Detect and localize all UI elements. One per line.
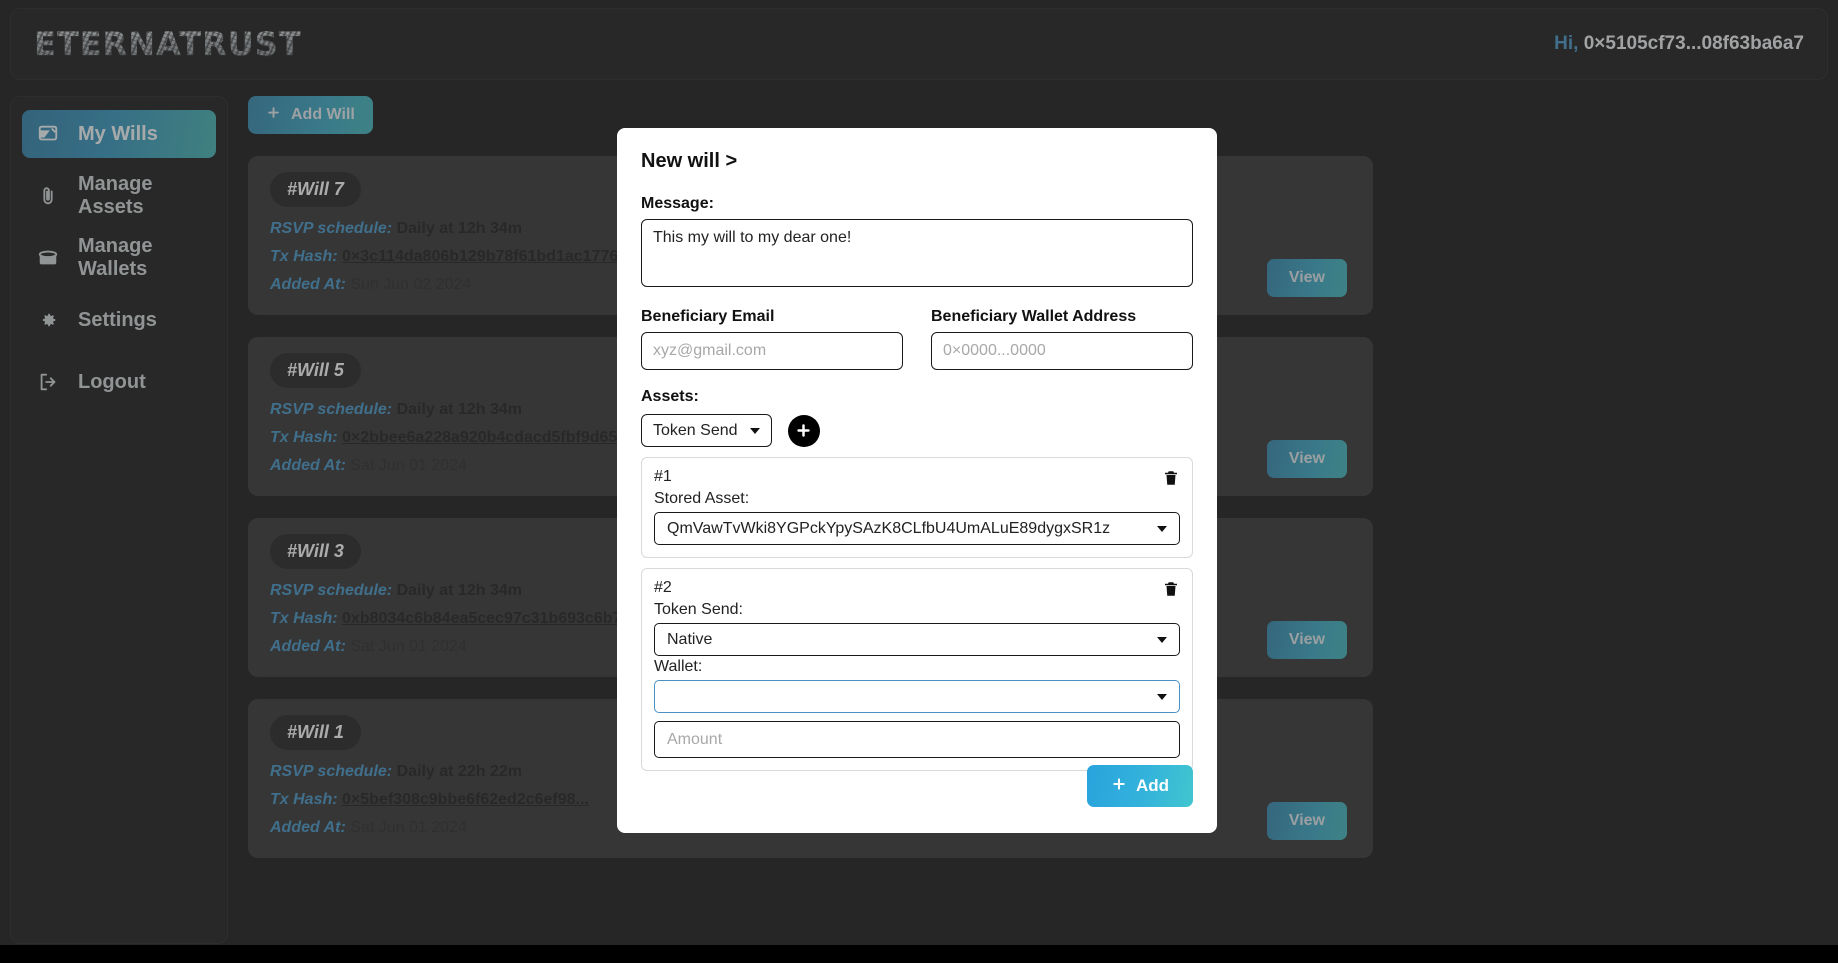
token-send-label: Token Send:: [654, 601, 743, 618]
add-button[interactable]: Add: [1086, 765, 1193, 807]
chevron-down-icon: [1157, 693, 1167, 700]
trash-icon[interactable]: [1162, 468, 1180, 488]
new-will-dialog: New will > Message: This my will to my d…: [617, 128, 1217, 833]
message-textarea[interactable]: This my will to my dear one!: [641, 219, 1193, 287]
plus-icon: [797, 424, 810, 437]
token-send-select[interactable]: Native: [654, 623, 1180, 656]
beneficiary-row: Beneficiary Email Beneficiary Wallet Add…: [641, 308, 1193, 370]
chevron-down-icon: [1157, 525, 1167, 532]
app-root: ETERNATRUST Hi, 0×5105cf73...08f63ba6a7 …: [0, 0, 1838, 963]
stored-asset-select[interactable]: QmVawTvWki8YGPckYpySAzK8CLfbU4UmALuE89dy…: [654, 512, 1180, 545]
trash-icon[interactable]: [1162, 579, 1180, 599]
wallet-label: Wallet:: [654, 658, 703, 675]
asset-index: #1: [654, 468, 672, 485]
beneficiary-wallet-input[interactable]: [931, 332, 1193, 370]
asset-type-select[interactable]: Token Send: [641, 414, 772, 447]
amount-input[interactable]: [654, 721, 1180, 758]
add-asset-button[interactable]: [787, 414, 820, 447]
asset-entry: #1 Stored Asset: QmVawTvWki8YGPckYpySAzK…: [641, 457, 1193, 558]
beneficiary-email-input[interactable]: [641, 332, 903, 370]
asset-type-selected-value: Token Send: [653, 421, 738, 439]
beneficiary-email-label: Beneficiary Email: [641, 308, 775, 325]
beneficiary-wallet-group: Beneficiary Wallet Address: [931, 308, 1193, 370]
asset-type-row: Token Send: [641, 414, 1193, 447]
asset-entry-header: #2: [654, 579, 1180, 599]
asset-entry: #2 Token Send: Native Wallet:: [641, 568, 1193, 771]
chevron-down-icon: [749, 427, 760, 434]
plus-icon: [1111, 776, 1127, 797]
stored-asset-selected-value: QmVawTvWki8YGPckYpySAzK8CLfbU4UmALuE89dy…: [667, 519, 1111, 537]
assets-section: Assets: Token Send: [641, 388, 1193, 447]
beneficiary-email-group: Beneficiary Email: [641, 308, 903, 370]
asset-index: #2: [654, 579, 672, 596]
wallet-select[interactable]: [654, 680, 1180, 713]
assets-label: Assets:: [641, 388, 699, 405]
message-label: Message:: [641, 195, 714, 212]
bottom-bar: [0, 945, 1838, 963]
chevron-down-icon: [1157, 636, 1167, 643]
beneficiary-wallet-label: Beneficiary Wallet Address: [931, 308, 1137, 325]
token-send-selected-value: Native: [667, 630, 713, 648]
add-button-label: Add: [1135, 776, 1169, 795]
asset-entry-header: #1: [654, 468, 1180, 488]
page-title: New will >: [641, 150, 738, 172]
stored-asset-label: Stored Asset:: [654, 490, 750, 507]
